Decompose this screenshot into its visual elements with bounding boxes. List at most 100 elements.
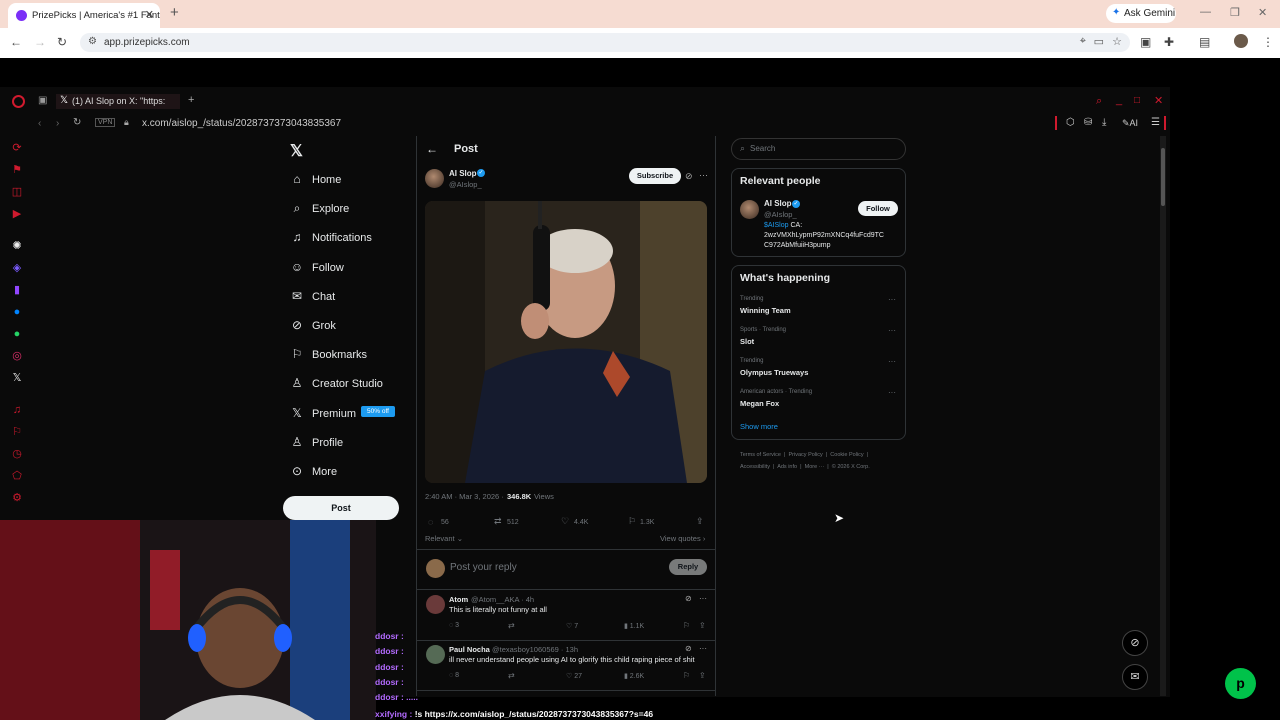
reply-button[interactable]: Reply [669,559,707,575]
gx-minimize-icon[interactable]: _ [1116,94,1122,106]
reply-avatar[interactable] [426,595,445,614]
trend-more-icon[interactable]: ··· [888,326,896,335]
gx-settings-icon[interactable]: ⚙ [11,492,23,504]
chrome-tab-prizepicks[interactable]: PrizePicks | America's #1 Fantas ✕ [8,3,160,28]
forward-icon[interactable]: → [34,35,46,49]
instagram-icon[interactable]: ◎ [11,350,23,362]
sort-dropdown[interactable]: Relevant ⌄ [425,534,463,543]
nav-notifications[interactable]: ♫ Notifications [290,230,372,244]
gx-close-icon[interactable]: ✕ [1154,94,1163,107]
grok-explain-icon[interactable]: ⊘ [685,171,693,182]
relevant-avatar[interactable] [740,200,759,219]
gx-menu-icon[interactable]: ☰ [1151,117,1160,128]
reply-more-icon[interactable]: ··· [699,644,707,653]
like-icon[interactable]: ♡ [561,516,569,527]
bookmark-star-icon[interactable]: ☆ [1112,35,1122,48]
reply-share-icon[interactable]: ⇪ [699,621,706,630]
post-timestamp[interactable]: 2:40 AM · Mar 3, 2026 · [425,492,504,501]
author-name[interactable]: AI Slop [449,169,477,178]
gx-music-icon[interactable]: ♫ [11,404,23,416]
x-sidebar-icon[interactable]: 𝕏 [11,372,23,384]
grok-explain-icon[interactable]: ⊘ [685,644,692,653]
nav-premium[interactable]: 𝕏 Premium [290,406,356,420]
location-icon[interactable]: ⌖ [1080,35,1086,48]
messenger-icon[interactable]: ● [11,306,23,318]
relevant-handle[interactable]: @AIslop_ [764,210,797,219]
search-input[interactable]: ⌕ Search [731,138,906,160]
gx-url-text[interactable]: x.com/aislop_/status/2028737373043835367 [142,118,341,129]
gx-download-icon[interactable]: ⤓ [1102,117,1106,128]
nav-profile[interactable]: ♙ Profile [290,435,344,449]
footer-terms-link[interactable]: Terms of Service [740,452,781,458]
nav-follow[interactable]: ☺ Follow [290,260,344,274]
reply-like-icon[interactable]: ♡ 7 [566,622,578,630]
twitch-icon[interactable]: ▮ [11,284,23,296]
follow-button[interactable]: Follow [858,201,898,216]
trend-more-icon[interactable]: ··· [888,357,896,366]
reply-reply-icon[interactable]: ◌ 8 [449,672,459,679]
reply-views-icon[interactable]: ▮ 2.6K [624,672,644,680]
footer-ads-link[interactable]: Ads info [777,464,797,470]
cashtag-link[interactable]: $AISlop [764,222,789,229]
relevant-name[interactable]: AI Slop [764,199,792,208]
author-avatar[interactable] [425,169,444,188]
reply-icon[interactable]: ◌ [428,517,433,527]
footer-more-link[interactable]: More ··· [805,464,825,470]
nav-explore[interactable]: ⌕ Explore [290,201,350,216]
messages-float-icon[interactable]: ✉ [1122,664,1148,690]
new-tab-icon[interactable]: + [170,4,179,21]
gx-search-icon[interactable]: ⌕ [1096,95,1102,108]
footer-accessibility-link[interactable]: Accessibility [740,464,770,470]
cast-icon[interactable]: ▭ [1094,35,1104,48]
reply-handle[interactable]: @Atom__AKA · 4h [471,595,534,604]
vpn-badge[interactable]: VPN [95,118,116,127]
close-window-icon[interactable]: ✕ [1258,6,1267,19]
nav-chat[interactable]: ✉ Chat [290,289,335,303]
nav-grok[interactable]: ⊘ Grok [290,318,336,332]
view-quotes-link[interactable]: View quotes › [660,534,705,543]
nav-home[interactable]: ⌂ Home [290,172,341,186]
opera-logo-icon[interactable] [12,95,25,108]
reply-repost-icon[interactable]: ⇄ [508,671,515,680]
gx-bookmark-icon[interactable]: ⚐ [11,426,23,438]
reply-bookmark-icon[interactable]: ⚐ [683,671,690,680]
gx-pin-icon[interactable]: ⬠ [11,470,23,482]
grok-explain-icon[interactable]: ⊘ [685,594,692,603]
reply-more-icon[interactable]: ··· [699,594,707,603]
gx-forward-icon[interactable]: › [56,118,59,129]
close-tab-icon[interactable]: ✕ [145,8,154,21]
show-more-link[interactable]: Show more [740,422,778,431]
reload-icon[interactable]: ↻ [57,35,67,49]
scrollbar-track[interactable] [1160,136,1166,696]
footer-cookie-link[interactable]: Cookie Policy [830,452,863,458]
gx-history-icon[interactable]: ◷ [11,448,23,460]
ai-app-icon[interactable]: ◈ [11,262,23,274]
reply-reply-icon[interactable]: ◌ 3 [449,622,459,629]
subscribe-button[interactable]: Subscribe [629,168,681,184]
reply-row[interactable]: Atom @Atom__AKA · 4h ⊘ ··· This is literally… [417,591,715,641]
reply-name[interactable]: Paul Nocha [449,645,490,654]
reply-avatar[interactable] [426,645,445,664]
author-handle[interactable]: @AIslop_ [449,180,482,189]
gx-reload-icon[interactable]: ↻ [73,117,81,128]
site-info-icon[interactable]: ⚙ [88,36,97,47]
gx-flow-icon[interactable]: ⟳ [11,142,23,154]
side-panel-icon[interactable]: ▤ [1199,35,1210,49]
reply-like-icon[interactable]: ♡ 27 [566,672,582,680]
post-image[interactable] [425,201,707,483]
nav-creator-studio[interactable]: ♙ Creator Studio [290,376,383,390]
footer-privacy-link[interactable]: Privacy Policy [789,452,823,458]
gx-controls-icon[interactable]: ⚑ [11,164,23,176]
reply-handle[interactable]: @texasboy1060569 · 13h [492,645,578,654]
back-icon[interactable]: ← [10,35,22,49]
trend-more-icon[interactable]: ··· [888,388,896,397]
extension-icon[interactable]: ▣ [1140,35,1151,49]
back-arrow-icon[interactable]: ← [426,142,438,156]
post-more-icon[interactable]: ··· [699,170,708,180]
gx-tab-x-post[interactable]: 𝕏 (1) AI Slop on X: "https: [56,94,180,109]
reply-row[interactable]: Paul Nocha @texasboy1060569 · 13h ⊘ ··· ill … [417,641,715,691]
chrome-menu-icon[interactable]: ⋮ [1262,35,1274,49]
maximize-icon[interactable]: ❐ [1230,6,1240,19]
nav-more[interactable]: ⊙ More [290,464,337,478]
reply-repost-icon[interactable]: ⇄ [508,621,515,630]
